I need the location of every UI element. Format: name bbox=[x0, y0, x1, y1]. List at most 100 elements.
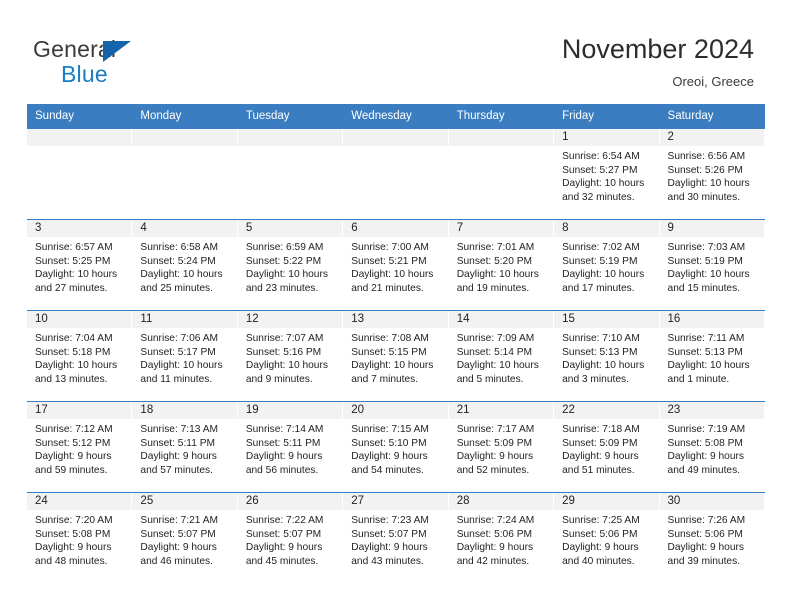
daylight-text: Daylight: 9 hours and 42 minutes. bbox=[456, 542, 534, 567]
day-number: 23 bbox=[659, 402, 765, 419]
day-number bbox=[237, 129, 344, 146]
day-details: Sunrise: 6:56 AM Sunset: 5:26 PM Daylight:… bbox=[660, 146, 765, 204]
day-details: Sunrise: 7:01 AM Sunset: 5:20 PM Daylight:… bbox=[449, 237, 554, 295]
calendar-day-cell[interactable]: 28 Sunrise: 7:24 AM Sunset: 5:06 PM Dayligh… bbox=[448, 492, 555, 583]
sunrise-text: Sunrise: 7:06 AM bbox=[140, 333, 219, 344]
sunrise-text: Sunrise: 7:19 AM bbox=[667, 424, 746, 435]
sunset-text: Sunset: 5:07 PM bbox=[245, 528, 322, 540]
day-number: 17 bbox=[27, 402, 133, 419]
calendar-day-cell[interactable]: 17 Sunrise: 7:12 AM Sunset: 5:12 PM Dayligh… bbox=[27, 401, 133, 493]
calendar-day-cell[interactable]: 8 Sunrise: 7:02 AM Sunset: 5:19 PM Daylight… bbox=[554, 219, 660, 311]
calendar-day-cell[interactable]: 19 Sunrise: 7:14 AM Sunset: 5:11 PM Dayligh… bbox=[237, 401, 344, 493]
calendar-day-cell[interactable]: 22 Sunrise: 7:18 AM Sunset: 5:09 PM Dayligh… bbox=[554, 401, 660, 493]
sunset-text: Sunset: 5:13 PM bbox=[667, 346, 743, 358]
calendar-day-cell[interactable]: 12 Sunrise: 7:07 AM Sunset: 5:16 PM Dayligh… bbox=[237, 310, 344, 402]
day-number: 16 bbox=[659, 311, 765, 328]
sunset-text: Sunset: 5:26 PM bbox=[667, 164, 743, 176]
calendar-day-cell[interactable]: 9 Sunrise: 7:03 AM Sunset: 5:19 PM Daylight… bbox=[659, 219, 765, 311]
daylight-text: Daylight: 10 hours and 15 minutes. bbox=[667, 269, 750, 294]
daylight-text: Daylight: 10 hours and 3 minutes. bbox=[562, 360, 645, 385]
day-details: Sunrise: 6:59 AM Sunset: 5:22 PM Daylight:… bbox=[238, 237, 343, 295]
day-number: 6 bbox=[343, 220, 449, 237]
calendar-day-cell[interactable]: 24 Sunrise: 7:20 AM Sunset: 5:08 PM Dayligh… bbox=[27, 492, 133, 583]
calendar-day-cell[interactable]: 2 Sunrise: 6:56 AM Sunset: 5:26 PM Daylight… bbox=[659, 128, 765, 220]
sunset-text: Sunset: 5:20 PM bbox=[456, 255, 533, 267]
daylight-text: Daylight: 9 hours and 51 minutes. bbox=[562, 451, 639, 476]
sunrise-text: Sunrise: 7:11 AM bbox=[667, 333, 745, 344]
daylight-text: Daylight: 9 hours and 46 minutes. bbox=[140, 542, 217, 567]
day-number: 21 bbox=[448, 402, 555, 419]
calendar-day-cell[interactable]: 23 Sunrise: 7:19 AM Sunset: 5:08 PM Dayligh… bbox=[659, 401, 765, 493]
calendar-day-cell[interactable]: 26 Sunrise: 7:22 AM Sunset: 5:07 PM Dayligh… bbox=[237, 492, 344, 583]
calendar-day-cell[interactable]: 5 Sunrise: 6:59 AM Sunset: 5:22 PM Daylight… bbox=[237, 219, 344, 311]
daylight-text: Daylight: 9 hours and 40 minutes. bbox=[562, 542, 639, 567]
calendar-day-cell[interactable]: 13 Sunrise: 7:08 AM Sunset: 5:15 PM Dayligh… bbox=[343, 310, 449, 402]
sunrise-text: Sunrise: 6:59 AM bbox=[245, 242, 324, 253]
calendar-day-cell[interactable]: 29 Sunrise: 7:25 AM Sunset: 5:06 PM Dayligh… bbox=[554, 492, 660, 583]
general-blue-logo[interactable]: General Blue bbox=[33, 36, 213, 88]
sunrise-text: Sunrise: 7:25 AM bbox=[562, 515, 640, 526]
weekday-header-wednesday: Wednesday bbox=[343, 104, 449, 129]
daylight-text: Daylight: 10 hours and 30 minutes. bbox=[667, 178, 750, 203]
calendar-day-cell[interactable]: 21 Sunrise: 7:17 AM Sunset: 5:09 PM Dayligh… bbox=[448, 401, 555, 493]
day-details: Sunrise: 7:22 AM Sunset: 5:07 PM Daylight:… bbox=[238, 510, 343, 568]
sunset-text: Sunset: 5:09 PM bbox=[456, 437, 533, 449]
calendar-day-cell[interactable]: 20 Sunrise: 7:15 AM Sunset: 5:10 PM Dayligh… bbox=[343, 401, 449, 493]
daylight-text: Daylight: 10 hours and 21 minutes. bbox=[351, 269, 434, 294]
sunset-text: Sunset: 5:21 PM bbox=[351, 255, 427, 267]
sunrise-text: Sunrise: 6:56 AM bbox=[667, 151, 746, 162]
day-details: Sunrise: 7:20 AM Sunset: 5:08 PM Daylight:… bbox=[27, 510, 132, 568]
day-details: Sunrise: 6:58 AM Sunset: 5:24 PM Daylight:… bbox=[132, 237, 237, 295]
day-number: 13 bbox=[343, 311, 449, 328]
day-number bbox=[448, 129, 555, 146]
sunset-text: Sunset: 5:12 PM bbox=[35, 437, 111, 449]
calendar-day-cell[interactable]: 14 Sunrise: 7:09 AM Sunset: 5:14 PM Dayligh… bbox=[448, 310, 555, 402]
daylight-text: Daylight: 9 hours and 54 minutes. bbox=[351, 451, 428, 476]
daylight-text: Daylight: 9 hours and 45 minutes. bbox=[245, 542, 323, 567]
calendar-day-cell[interactable]: 4 Sunrise: 6:58 AM Sunset: 5:24 PM Daylight… bbox=[132, 219, 238, 311]
daylight-text: Daylight: 9 hours and 43 minutes. bbox=[351, 542, 428, 567]
calendar-day-cell[interactable]: 25 Sunrise: 7:21 AM Sunset: 5:07 PM Dayligh… bbox=[132, 492, 238, 583]
day-details: Sunrise: 7:08 AM Sunset: 5:15 PM Daylight:… bbox=[343, 328, 448, 386]
sunset-text: Sunset: 5:16 PM bbox=[245, 346, 322, 358]
calendar-day-cell[interactable]: 7 Sunrise: 7:01 AM Sunset: 5:20 PM Daylight… bbox=[448, 219, 555, 311]
calendar-day-cell[interactable]: 11 Sunrise: 7:06 AM Sunset: 5:17 PM Dayligh… bbox=[132, 310, 238, 402]
calendar-day-cell[interactable]: 10 Sunrise: 7:04 AM Sunset: 5:18 PM Dayligh… bbox=[27, 310, 133, 402]
day-number: 14 bbox=[448, 311, 555, 328]
day-details: Sunrise: 7:23 AM Sunset: 5:07 PM Daylight:… bbox=[343, 510, 448, 568]
calendar-day-cell[interactable]: 16 Sunrise: 7:11 AM Sunset: 5:13 PM Dayligh… bbox=[659, 310, 765, 402]
daylight-text: Daylight: 9 hours and 49 minutes. bbox=[667, 451, 744, 476]
sunrise-text: Sunrise: 7:04 AM bbox=[35, 333, 113, 344]
day-details: Sunrise: 7:18 AM Sunset: 5:09 PM Daylight:… bbox=[554, 419, 659, 477]
calendar-week-row: 1 Sunrise: 6:54 AM Sunset: 5:27 PM Daylight… bbox=[27, 128, 765, 220]
calendar-grid: Sunday Monday Tuesday Wednesday Thursday… bbox=[27, 104, 765, 583]
day-number: 30 bbox=[659, 493, 765, 510]
calendar-day-cell[interactable]: 30 Sunrise: 7:26 AM Sunset: 5:06 PM Dayligh… bbox=[659, 492, 765, 583]
sunset-text: Sunset: 5:08 PM bbox=[35, 528, 111, 540]
daylight-text: Daylight: 10 hours and 13 minutes. bbox=[35, 360, 118, 385]
calendar-day-cell[interactable]: 15 Sunrise: 7:10 AM Sunset: 5:13 PM Dayligh… bbox=[554, 310, 660, 402]
day-number: 10 bbox=[27, 311, 133, 328]
day-number bbox=[27, 129, 133, 146]
day-details: Sunrise: 7:25 AM Sunset: 5:06 PM Daylight:… bbox=[554, 510, 659, 568]
calendar-day-cell[interactable]: 18 Sunrise: 7:13 AM Sunset: 5:11 PM Dayligh… bbox=[132, 401, 238, 493]
day-number: 11 bbox=[132, 311, 238, 328]
day-number: 9 bbox=[659, 220, 765, 237]
sunset-text: Sunset: 5:09 PM bbox=[562, 437, 638, 449]
weekday-header-row: Sunday Monday Tuesday Wednesday Thursday… bbox=[27, 104, 765, 129]
daylight-text: Daylight: 10 hours and 27 minutes. bbox=[35, 269, 118, 294]
calendar-day-cell-empty bbox=[27, 128, 133, 220]
calendar-day-cell[interactable]: 1 Sunrise: 6:54 AM Sunset: 5:27 PM Daylight… bbox=[554, 128, 660, 220]
daylight-text: Daylight: 10 hours and 32 minutes. bbox=[562, 178, 645, 203]
day-number: 4 bbox=[132, 220, 238, 237]
day-number bbox=[132, 129, 238, 146]
day-number: 7 bbox=[448, 220, 555, 237]
calendar-day-cell[interactable]: 27 Sunrise: 7:23 AM Sunset: 5:07 PM Dayligh… bbox=[343, 492, 449, 583]
day-number: 25 bbox=[132, 493, 238, 510]
sunrise-text: Sunrise: 6:57 AM bbox=[35, 242, 113, 253]
calendar-week-row: 10 Sunrise: 7:04 AM Sunset: 5:18 PM Dayligh… bbox=[27, 310, 765, 402]
calendar-day-cell[interactable]: 6 Sunrise: 7:00 AM Sunset: 5:21 PM Daylight… bbox=[343, 219, 449, 311]
sunset-text: Sunset: 5:06 PM bbox=[456, 528, 533, 540]
calendar-day-cell[interactable]: 3 Sunrise: 6:57 AM Sunset: 5:25 PM Daylight… bbox=[27, 219, 133, 311]
logo-triangle-icon bbox=[103, 41, 131, 62]
